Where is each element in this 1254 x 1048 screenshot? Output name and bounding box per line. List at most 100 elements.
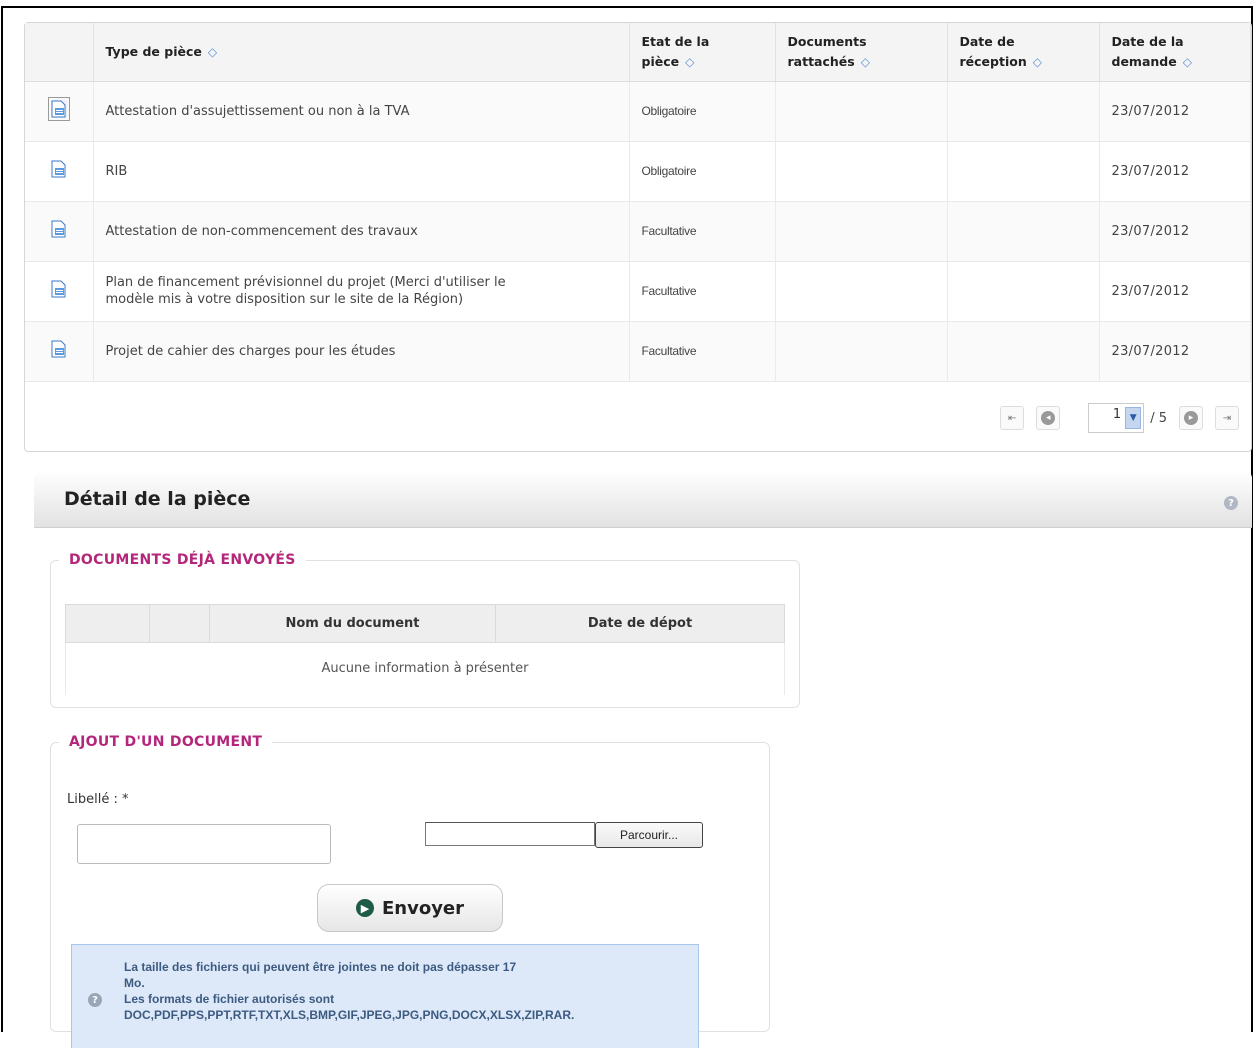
sort-icon[interactable]: ◇ — [861, 55, 870, 69]
libelle-input[interactable] — [77, 824, 331, 864]
header-etat[interactable]: Etat de la pièce ◇ — [629, 23, 776, 82]
page-select[interactable]: 1 ▼ — [1088, 403, 1145, 433]
info-text: La taille des fichiers qui peuvent être … — [124, 959, 694, 1023]
row-icon-cell[interactable] — [25, 141, 94, 202]
sort-icon[interactable]: ◇ — [208, 45, 217, 59]
header-demande-line1: Date de la — [1111, 33, 1184, 49]
table-row[interactable]: Attestation d'assujettissement ou non à … — [25, 81, 1251, 142]
header-etat-line1: Etat de la — [641, 33, 710, 49]
row-icon-cell[interactable] — [25, 201, 94, 262]
row-icon-cell[interactable] — [25, 261, 94, 322]
cell-type: Plan de financement prévisionnel du proj… — [93, 261, 630, 322]
cell-type: Attestation de non-commencement des trav… — [93, 201, 630, 262]
cell-docs — [775, 321, 948, 382]
sent-empty-row: Aucune information à présenter — [65, 642, 785, 695]
cell-docs — [775, 81, 948, 142]
header-reception-line1: Date de — [959, 33, 1015, 49]
help-icon: ? — [88, 993, 102, 1007]
info-line2: Mo. — [124, 976, 145, 990]
sort-icon[interactable]: ◇ — [1183, 55, 1192, 69]
sent-header-blank2 — [149, 604, 210, 643]
cell-reception — [947, 321, 1100, 382]
header-type[interactable]: Type de pièce ◇ — [93, 23, 630, 82]
header-demande[interactable]: Date de la demande ◇ — [1099, 23, 1251, 82]
cell-demande: 23/07/2012 — [1099, 141, 1251, 202]
document-icon[interactable] — [47, 97, 70, 121]
header-docs-line2: rattachés — [787, 53, 855, 69]
cell-demande: 23/07/2012 — [1099, 201, 1251, 262]
first-page-button[interactable]: ⇤ — [1000, 406, 1025, 430]
file-path-field[interactable] — [425, 822, 595, 846]
empty-message: Aucune information à présenter — [65, 642, 785, 695]
sent-documents-box: DOCUMENTS DÉJÀ ENVOYÉS Nom du document D… — [50, 552, 800, 708]
header-docs-line1: Documents — [787, 33, 867, 49]
cell-docs — [775, 201, 948, 262]
table-row[interactable]: Projet de cahier des charges pour les ét… — [25, 321, 1251, 382]
page-select-value: 1 — [1112, 406, 1122, 422]
table-row[interactable]: Plan de financement prévisionnel du proj… — [25, 261, 1251, 322]
sent-documents-legend: DOCUMENTS DÉJÀ ENVOYÉS — [69, 552, 296, 568]
help-icon[interactable]: ? — [1224, 496, 1238, 510]
pieces-table: Type de pièce ◇ Etat de la pièce ◇ Documen… — [25, 23, 1251, 382]
arrow-right-icon: ▶ — [355, 899, 374, 917]
send-button-label: Envoyer — [381, 897, 465, 919]
cell-demande: 23/07/2012 — [1099, 81, 1251, 142]
document-icon[interactable] — [51, 340, 67, 358]
header-reception-line2: réception — [959, 53, 1027, 69]
pager: ⇤ ◂ 1 ▼ / 5 ▸ ⇥ — [1000, 403, 1239, 433]
page-total: / 5 — [1150, 410, 1167, 426]
info-line4: DOC,PDF,PPS,PPT,RTF,TXT,XLS,BMP,GIF,JPEG… — [124, 1008, 575, 1022]
cell-demande: 23/07/2012 — [1099, 261, 1251, 322]
cell-etat: Facultative — [629, 321, 776, 382]
add-document-legend: AJOUT D'UN DOCUMENT — [69, 734, 263, 750]
last-page-icon: ⇥ — [1222, 412, 1232, 424]
row-icon-cell[interactable] — [25, 321, 94, 382]
cell-etat: Obligatoire — [629, 81, 776, 142]
table-row[interactable]: Attestation de non-commencement des trav… — [25, 201, 1251, 262]
sent-header-name[interactable]: Nom du document — [209, 604, 496, 643]
info-line3: Les formats de fichier autorisés sont — [124, 992, 335, 1006]
cell-docs — [775, 261, 948, 322]
header-reception[interactable]: Date de réception ◇ — [947, 23, 1100, 82]
last-page-button[interactable]: ⇥ — [1215, 406, 1239, 430]
next-page-button[interactable]: ▸ — [1179, 406, 1203, 430]
sent-header-row: Nom du document Date de dépot — [65, 604, 785, 643]
document-icon[interactable] — [51, 220, 67, 238]
cell-reception — [947, 261, 1100, 322]
cell-etat: Facultative — [629, 261, 776, 322]
sort-icon[interactable]: ◇ — [1033, 55, 1042, 69]
next-page-icon: ▸ — [1184, 411, 1198, 425]
cell-demande: 23/07/2012 — [1099, 321, 1251, 382]
libelle-label: Libellé : * — [67, 792, 129, 807]
first-page-icon: ⇤ — [1008, 412, 1017, 424]
cell-reception — [947, 141, 1100, 202]
table-row[interactable]: RIB Obligatoire 23/07/2012 — [25, 141, 1251, 202]
previous-page-icon: ◂ — [1041, 411, 1056, 425]
info-box: ? La taille des fichiers qui peuvent êtr… — [71, 944, 699, 1048]
send-button[interactable]: ▶ Envoyer — [317, 884, 503, 932]
detail-header: Détail de la pièce ? — [34, 472, 1252, 528]
cell-type-line2: modèle mis à votre disposition sur le si… — [105, 292, 464, 307]
header-type-label: Type de pièce — [105, 43, 202, 59]
sort-icon[interactable]: ◇ — [685, 55, 694, 69]
chevron-down-icon[interactable]: ▼ — [1125, 407, 1142, 429]
cell-etat: Obligatoire — [629, 141, 776, 202]
table-header-row: Type de pièce ◇ Etat de la pièce ◇ Documen… — [25, 23, 1251, 82]
previous-page-button[interactable]: ◂ — [1036, 406, 1061, 430]
document-icon[interactable] — [51, 160, 67, 178]
sent-header-blank1 — [65, 604, 150, 643]
cell-type: Projet de cahier des charges pour les ét… — [93, 321, 630, 382]
cell-type: Attestation d'assujettissement ou non à … — [93, 81, 630, 142]
browse-button[interactable]: Parcourir... — [595, 822, 703, 848]
sent-header-date[interactable]: Date de dépot — [495, 604, 785, 643]
header-demande-line2: demande — [1111, 53, 1177, 69]
header-docs[interactable]: Documents rattachés ◇ — [775, 23, 948, 82]
cell-type-line1: Plan de financement prévisionnel du proj… — [105, 275, 506, 290]
row-icon-cell[interactable] — [25, 81, 94, 142]
cell-etat: Facultative — [629, 201, 776, 262]
header-etat-line2: pièce — [641, 53, 680, 69]
document-icon[interactable] — [51, 280, 67, 298]
add-document-box: AJOUT D'UN DOCUMENT Libellé : * Parcouri… — [50, 734, 770, 1048]
cell-docs — [775, 141, 948, 202]
sent-documents-table: Nom du document Date de dépot Aucune inf… — [65, 604, 785, 695]
